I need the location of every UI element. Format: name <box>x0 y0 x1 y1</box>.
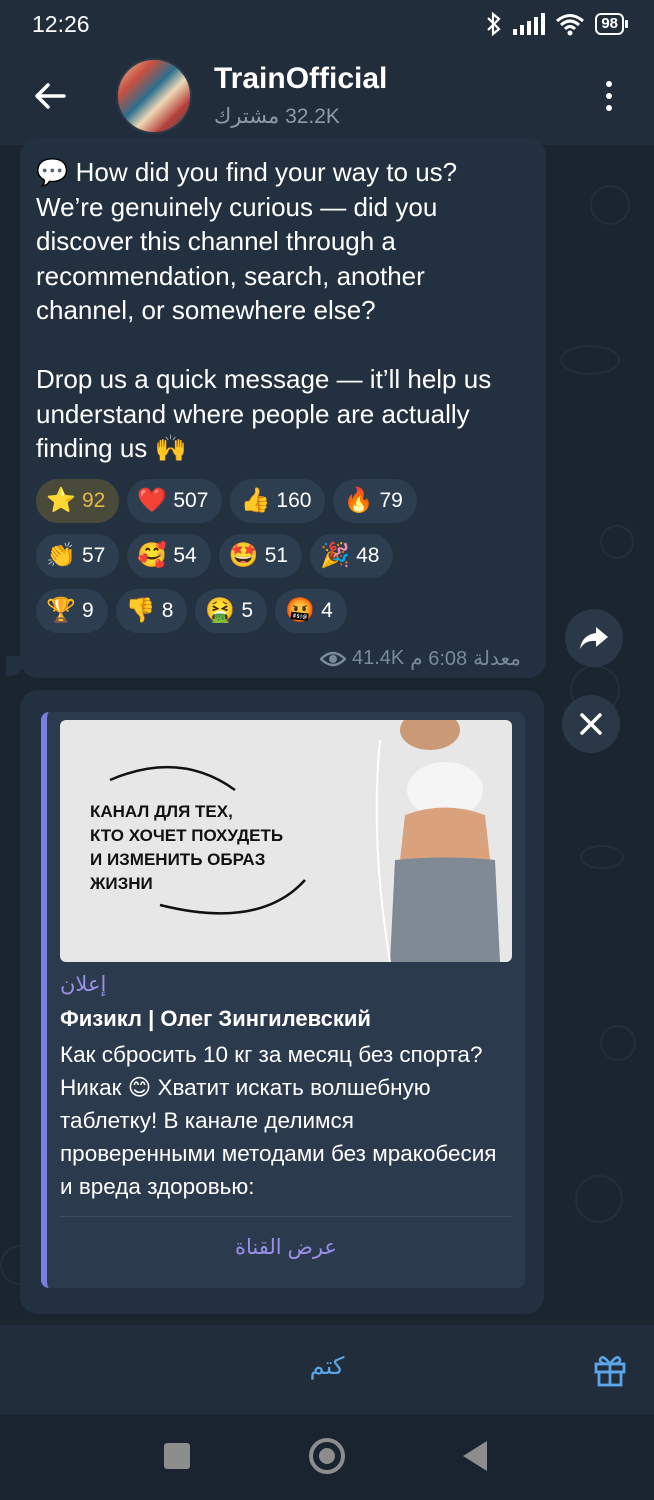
status-bar: 12:26 98 <box>0 0 654 48</box>
reaction-count: 8 <box>161 599 174 622</box>
reaction-vomit[interactable]: 🤮 5 <box>195 589 268 633</box>
reactions-row: ⭐ 92 ❤️ 507 👍 160 🔥 79 <box>36 479 506 523</box>
share-icon <box>580 627 608 649</box>
battery-indicator: 98 <box>595 13 628 35</box>
share-button[interactable] <box>565 609 623 667</box>
reaction-thumbs-down[interactable]: 👎 8 <box>115 589 188 633</box>
reaction-party[interactable]: 🎉 48 <box>310 534 394 578</box>
divider <box>60 1216 512 1217</box>
reaction-smiling-hearts[interactable]: 🥰 54 <box>127 534 211 578</box>
wifi-icon <box>556 14 585 36</box>
status-icons: 98 <box>485 12 628 36</box>
home-button[interactable] <box>309 1438 345 1474</box>
ad-image[interactable]: Канал для тех, кто хочет похудеть и изме… <box>60 720 512 962</box>
trophy-icon: 🏆 <box>46 597 76 624</box>
smiling-hearts-icon: 🥰 <box>137 542 168 569</box>
message-text: 💬 How did you find your way to us? We’re… <box>36 157 492 463</box>
ad-title: Физикл | Олег Зингилевский <box>60 1006 371 1031</box>
thumbs-down-icon: 👎 <box>125 597 156 624</box>
reactions-row: 🏆 9 👎 8 🤮 5 🤬 4 <box>36 589 506 633</box>
message-meta: 41.4K 6:08 م معدلة <box>320 646 521 671</box>
swearing-face-icon: 🤬 <box>285 597 315 624</box>
reaction-trophy[interactable]: 🏆 9 <box>36 589 108 633</box>
reaction-count: 4 <box>321 599 333 622</box>
system-back-button[interactable] <box>463 1441 487 1471</box>
reaction-star[interactable]: ⭐ 92 <box>36 479 120 523</box>
reaction-count: 9 <box>82 599 94 622</box>
chat-header: TrainOfficial 32.2K مشترك <box>0 48 654 145</box>
reactions-row: 👏 57 🥰 54 🤩 51 🎉 48 <box>36 534 506 578</box>
status-time: 12:26 <box>32 10 90 37</box>
eye-icon <box>320 651 346 666</box>
heart-icon: ❤️ <box>137 487 168 514</box>
reaction-count: 92 <box>82 489 106 512</box>
signal-icon <box>513 13 546 35</box>
more-vertical-icon <box>606 81 612 87</box>
arrow-left-icon <box>35 83 66 109</box>
ad-label: إعلان <box>60 973 107 996</box>
reaction-thumbs-up[interactable]: 👍 160 <box>230 479 326 523</box>
reaction-clap[interactable]: 👏 57 <box>36 534 120 578</box>
reaction-count: 48 <box>356 544 380 567</box>
reaction-count: 57 <box>82 544 106 567</box>
reaction-fire[interactable]: 🔥 79 <box>333 479 417 523</box>
gift-button[interactable] <box>592 1351 628 1387</box>
gift-icon <box>594 1356 626 1387</box>
reaction-swearing[interactable]: 🤬 4 <box>275 589 347 633</box>
view-channel-button[interactable]: عرض القناة <box>60 1235 512 1260</box>
view-count: 41.4K <box>352 647 405 669</box>
reaction-count: 507 <box>173 489 209 512</box>
close-icon <box>580 713 602 735</box>
ad-image-caption: Канал для тех, кто хочет похудеть и изме… <box>90 802 284 893</box>
channel-title[interactable]: TrainOfficial <box>214 62 387 96</box>
recents-button[interactable] <box>164 1443 190 1469</box>
party-popper-icon: 🎉 <box>320 542 351 569</box>
reactions: ⭐ 92 ❤️ 507 👍 160 🔥 79 👏 57 🥰 54 🤩 51 🎉 48 🏆 9 👎 8… <box>36 479 506 644</box>
bottom-bar: كتم <box>0 1325 654 1415</box>
reaction-star-struck[interactable]: 🤩 51 <box>218 534 303 578</box>
ad-body: Как сбросить 10 кг за месяц без спорта? … <box>60 1042 497 1199</box>
reaction-count: 51 <box>264 544 289 567</box>
bluetooth-icon <box>487 12 501 36</box>
thumbs-up-icon: 👍 <box>240 487 271 514</box>
star-struck-icon: 🤩 <box>228 542 259 569</box>
mute-button[interactable]: كتم <box>0 1325 654 1415</box>
channel-avatar[interactable] <box>116 58 192 134</box>
reaction-count: 160 <box>276 489 312 512</box>
reaction-count: 79 <box>379 489 403 512</box>
edited-label: معدلة <box>473 648 521 670</box>
reaction-count: 5 <box>241 599 254 622</box>
vomit-face-icon: 🤮 <box>205 597 236 624</box>
back-button[interactable] <box>30 76 70 116</box>
subscriber-count: 32.2K مشترك <box>214 105 340 128</box>
star-icon: ⭐ <box>46 487 76 514</box>
reaction-heart[interactable]: ❤️ 507 <box>127 479 223 523</box>
reaction-count: 54 <box>173 544 197 567</box>
clap-icon: 👏 <box>46 542 76 569</box>
message-time: 6:08 م <box>410 648 468 670</box>
fire-icon: 🔥 <box>343 487 374 514</box>
more-options-button[interactable] <box>594 76 624 116</box>
close-ad-button[interactable] <box>562 695 620 753</box>
